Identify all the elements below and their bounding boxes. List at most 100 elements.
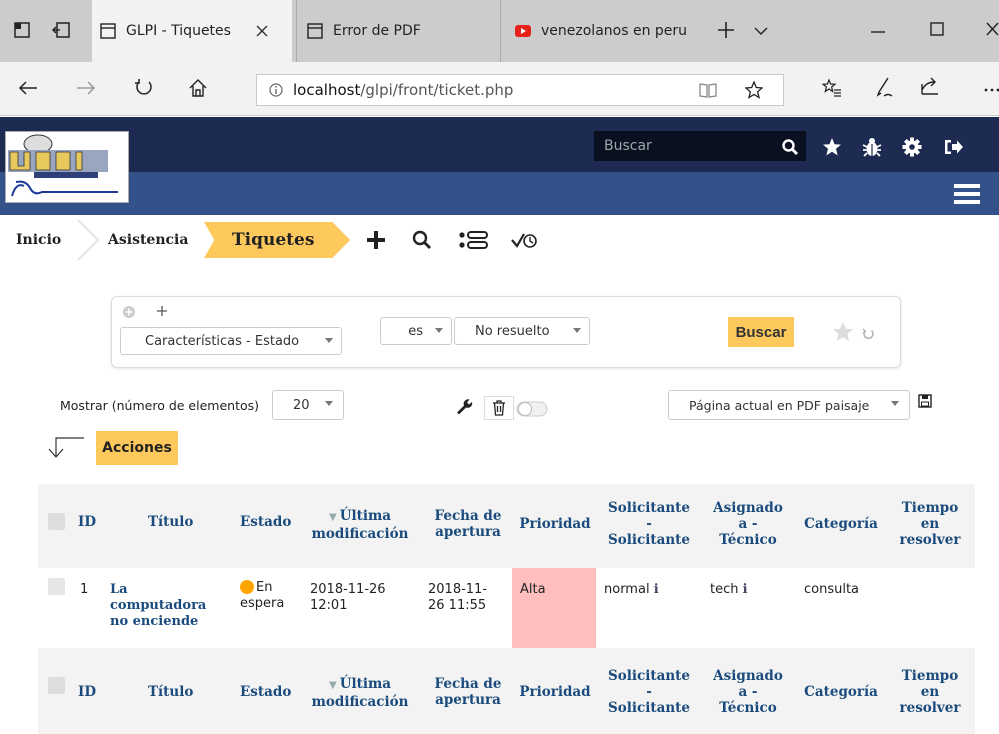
criteria-field-select[interactable]: Características - Estado — [120, 327, 342, 355]
floppy-disk-icon[interactable] — [918, 394, 932, 408]
col-assigned[interactable]: Asignado a - Técnico — [708, 668, 788, 716]
address-bar[interactable]: localhost/glpi/front/ticket.php — [256, 74, 784, 106]
add-criteria-group-icon[interactable] — [122, 305, 136, 319]
col-title[interactable]: Título — [148, 684, 193, 700]
ticket-status-2: espera — [240, 596, 285, 611]
back-icon[interactable] — [18, 80, 38, 96]
tab-title: GLPI - Tiquetes — [126, 23, 231, 39]
breadcrumb-tiquetes[interactable]: Tiquetes — [204, 222, 350, 258]
chevron-down-icon[interactable] — [754, 26, 768, 36]
info-icon[interactable]: ℹ — [743, 582, 748, 597]
select-all-checkbox[interactable] — [48, 677, 65, 694]
ticket-status-1: En — [256, 580, 273, 595]
col-time-to-resolve[interactable]: Tiempo en resolver — [890, 668, 970, 716]
save-search-star-icon[interactable] — [832, 321, 854, 342]
col-id[interactable]: ID — [78, 684, 96, 700]
breadcrumb-inicio[interactable]: Inicio — [16, 216, 61, 264]
actions-button[interactable]: Acciones — [96, 431, 178, 465]
col-time-to-resolve[interactable]: Tiempo en resolver — [890, 500, 970, 548]
tab-error-pdf[interactable]: Error de PDF — [296, 0, 494, 62]
value-select[interactable]: No resuelto — [454, 317, 590, 345]
reading-view-icon[interactable] — [699, 82, 717, 98]
col-last-modified[interactable]: ▼ Última modificación — [298, 508, 422, 542]
row-checkbox[interactable] — [48, 578, 65, 595]
info-icon[interactable] — [269, 83, 283, 97]
ugel-logo[interactable] — [5, 131, 129, 203]
chevron-down-icon — [435, 328, 443, 333]
pen-notes-icon[interactable] — [874, 76, 894, 98]
col-last-modified[interactable]: ▼ Última modificación — [298, 676, 422, 710]
wrench-icon[interactable] — [456, 398, 474, 416]
more-icon[interactable] — [984, 88, 999, 92]
export-value: Página actual en PDF paisaje — [689, 397, 870, 413]
home-icon[interactable] — [188, 78, 208, 98]
ticket-assigned[interactable]: tech ℹ — [710, 582, 748, 598]
check-clock-icon[interactable] — [510, 230, 538, 250]
gear-icon[interactable] — [902, 137, 922, 157]
list-icon[interactable] — [458, 230, 488, 250]
col-category[interactable]: Categoría — [802, 516, 880, 532]
refresh-icon[interactable] — [134, 78, 154, 98]
ticket-priority: Alta — [520, 582, 546, 597]
hamburger-menu-icon[interactable] — [954, 183, 980, 205]
tab-glpi-tiquetes[interactable]: GLPI - Tiquetes — [92, 0, 292, 62]
header-band — [0, 172, 999, 215]
breadcrumb: Inicio Asistencia Tiquetes — [0, 216, 999, 264]
search-icon[interactable] — [782, 139, 798, 155]
arrow-down-left-icon — [46, 434, 86, 460]
select-all-checkbox[interactable] — [48, 513, 65, 530]
show-items-label: Mostrar (número de elementos) — [60, 398, 260, 413]
table-row[interactable]: 1 La computadora no enciende En espera 201… — [38, 568, 975, 648]
col-requester[interactable]: Solicitante - Solicitante — [602, 668, 696, 716]
favorite-star-icon[interactable] — [745, 81, 763, 99]
add-criteria-icon[interactable] — [156, 305, 168, 317]
col-opened[interactable]: Fecha de apertura — [428, 508, 508, 540]
trash-icon[interactable] — [484, 396, 514, 420]
browser-nav-bar: localhost/glpi/front/ticket.php — [0, 62, 999, 116]
ticket-title-link[interactable]: La computadora no enciende — [110, 582, 206, 630]
minimize-icon[interactable] — [871, 30, 885, 34]
tab-preview-icon[interactable] — [52, 22, 70, 38]
favorites-list-icon[interactable] — [822, 78, 842, 98]
forward-icon[interactable] — [76, 80, 96, 96]
page-icon — [100, 23, 116, 39]
chevron-down-icon — [891, 401, 899, 406]
tab-venezolanos[interactable]: venezolanos en peru — [500, 0, 704, 62]
operator-select[interactable]: es — [380, 317, 452, 345]
maximize-icon[interactable] — [930, 22, 944, 36]
share-icon[interactable] — [920, 76, 940, 96]
star-icon[interactable] — [822, 137, 842, 157]
toggle-switch[interactable] — [516, 400, 550, 418]
col-status[interactable]: Estado — [240, 684, 291, 700]
col-title[interactable]: Título — [148, 514, 193, 530]
col-id[interactable]: ID — [78, 514, 96, 530]
col-status[interactable]: Estado — [240, 514, 291, 530]
col-priority[interactable]: Prioridad — [514, 684, 596, 700]
reset-icon[interactable] — [862, 328, 874, 340]
add-icon[interactable] — [366, 230, 386, 250]
col-priority[interactable]: Prioridad — [514, 516, 596, 532]
new-tab-icon[interactable] — [716, 20, 736, 40]
close-window-icon[interactable] — [986, 22, 999, 36]
close-icon[interactable] — [255, 24, 269, 38]
export-select[interactable]: Página actual en PDF paisaje — [668, 390, 910, 420]
tab-actions-icon[interactable] — [14, 22, 30, 38]
col-requester[interactable]: Solicitante - Solicitante — [602, 500, 696, 548]
search-input[interactable] — [594, 131, 806, 161]
col-assigned[interactable]: Asignado a - Técnico — [708, 500, 788, 548]
ticket-category: consulta — [804, 582, 860, 597]
search-icon[interactable] — [412, 230, 432, 250]
info-icon[interactable]: ℹ — [654, 582, 659, 597]
operator-value: es — [408, 323, 423, 339]
ticket-requester[interactable]: normal ℹ — [604, 582, 659, 598]
logout-icon[interactable] — [944, 138, 964, 156]
col-opened[interactable]: Fecha de apertura — [428, 676, 508, 708]
col-category[interactable]: Categoría — [802, 684, 880, 700]
search-button[interactable]: Buscar — [728, 317, 794, 347]
ticket-opened: 2018-11- 26 11:55 — [428, 582, 488, 613]
per-page-select[interactable]: 20 — [272, 390, 344, 420]
ticket-id: 1 — [80, 582, 89, 597]
sort-icon: ▼ — [328, 512, 337, 523]
bug-icon[interactable] — [862, 136, 882, 158]
breadcrumb-asistencia[interactable]: Asistencia — [108, 216, 188, 264]
